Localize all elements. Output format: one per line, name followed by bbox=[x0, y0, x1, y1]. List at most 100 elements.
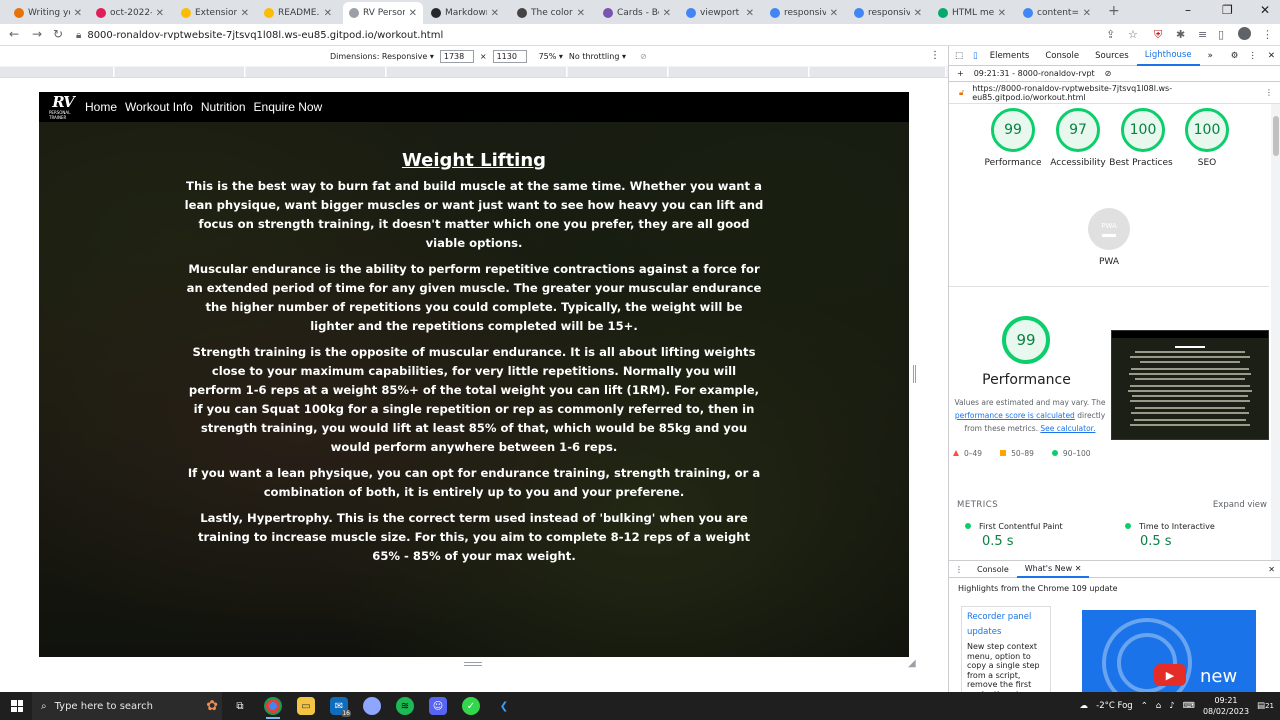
tab-lighthouse[interactable]: Lighthouse bbox=[1136, 46, 1200, 66]
new-report-icon[interactable]: + bbox=[957, 69, 964, 78]
extension-shield-icon[interactable]: ⛨ bbox=[1154, 28, 1162, 42]
play-video-icon[interactable]: ▶ bbox=[1154, 664, 1186, 686]
pwa-badge[interactable]: PWA bbox=[1088, 208, 1130, 250]
nav-link-home[interactable]: Home bbox=[85, 100, 117, 114]
tab-close-icon[interactable]: ✕ bbox=[577, 8, 585, 19]
report-selector[interactable]: 09:21:31 - 8000-ronaldov-rvpt bbox=[974, 69, 1095, 78]
tab-close-icon[interactable]: ✕ bbox=[663, 8, 671, 19]
tab-close-icon[interactable]: ✕ bbox=[156, 8, 164, 19]
weather-text[interactable]: -2°C Fog bbox=[1096, 701, 1133, 711]
site-logo[interactable]: RV PERSONAL TRAINER bbox=[49, 94, 77, 120]
extensions-puzzle-icon[interactable]: ✱ bbox=[1176, 28, 1185, 41]
score-calc-link[interactable]: performance score is calculated bbox=[955, 411, 1075, 420]
media-query-ruler[interactable] bbox=[0, 66, 948, 78]
score-gauge-best-practices[interactable]: 100 bbox=[1121, 108, 1165, 152]
close-devtools-icon[interactable]: ✕ bbox=[1262, 51, 1280, 61]
app-icon[interactable] bbox=[363, 697, 381, 715]
side-panel-icon[interactable]: ▯ bbox=[1218, 28, 1224, 41]
spotify-icon[interactable]: ≋ bbox=[396, 697, 414, 715]
nav-link-workout-info[interactable]: Workout Info bbox=[125, 100, 193, 114]
browser-tab[interactable]: Extension A ✕ bbox=[175, 2, 255, 24]
language-icon[interactable]: ⌨ bbox=[1183, 701, 1195, 711]
viewport-height-input[interactable]: 1130 bbox=[492, 50, 527, 63]
forward-icon[interactable]: → bbox=[32, 27, 42, 41]
browser-tab[interactable]: HTML meta ✕ bbox=[932, 2, 1012, 24]
right-resize-handle[interactable] bbox=[913, 365, 916, 383]
browser-tab[interactable]: Writing you ✕ bbox=[8, 2, 88, 24]
new-tab-button[interactable]: + bbox=[1108, 3, 1120, 19]
tab-elements[interactable]: Elements bbox=[982, 46, 1038, 66]
close-drawer-icon[interactable]: ✕ bbox=[1262, 565, 1280, 574]
rotate-icon[interactable]: ⊘ bbox=[640, 52, 647, 61]
drawer-tab-console[interactable]: Console bbox=[969, 561, 1017, 578]
browser-tab[interactable]: The color s ✕ bbox=[511, 2, 591, 24]
score-gauge-performance[interactable]: 99 bbox=[991, 108, 1035, 152]
nav-link-nutrition[interactable]: Nutrition bbox=[201, 100, 246, 114]
score-gauge-seo[interactable]: 100 bbox=[1185, 108, 1229, 152]
devtools-menu-icon[interactable]: ⋮ bbox=[1243, 51, 1262, 61]
tab-close-icon[interactable]: ✕ bbox=[324, 8, 332, 19]
tab-console[interactable]: Console bbox=[1037, 46, 1087, 66]
browser-tab[interactable]: viewport m ✕ bbox=[680, 2, 760, 24]
task-view-icon[interactable]: ⧉ bbox=[231, 697, 249, 715]
whats-new-video[interactable]: ▶ new bbox=[1082, 610, 1256, 692]
tab-close-icon[interactable]: ✕ bbox=[998, 8, 1006, 19]
close-window-icon[interactable]: ✕ bbox=[1260, 3, 1270, 17]
see-calculator-link[interactable]: See calculator. bbox=[1040, 424, 1095, 433]
bottom-resize-handle[interactable] bbox=[464, 662, 482, 666]
app-icon-green[interactable]: ✓ bbox=[462, 697, 480, 715]
final-screenshot-thumbnail[interactable] bbox=[1111, 330, 1269, 440]
tab-close-icon[interactable]: ✕ bbox=[241, 8, 249, 19]
maximize-icon[interactable]: ❐ bbox=[1222, 3, 1233, 17]
discord-icon[interactable]: ☺ bbox=[429, 697, 447, 715]
back-icon[interactable]: ← bbox=[9, 27, 19, 41]
reload-icon[interactable]: ↻ bbox=[53, 27, 63, 41]
browser-tab[interactable]: Cards - Boo ✕ bbox=[597, 2, 677, 24]
mail-icon[interactable]: 16 ✉ bbox=[330, 697, 351, 717]
tab-close-icon[interactable]: ✕ bbox=[74, 8, 82, 19]
tab-close-icon[interactable]: ✕ bbox=[409, 8, 417, 19]
vscode-icon[interactable]: ❮ bbox=[495, 697, 513, 715]
corner-resize-handle[interactable]: ◢ bbox=[908, 658, 916, 669]
share-icon[interactable]: ⇪ bbox=[1106, 28, 1115, 41]
network-icon[interactable]: ⌂ bbox=[1156, 701, 1161, 711]
tab-close-icon[interactable]: ✕ bbox=[491, 8, 499, 19]
browser-tab[interactable]: README.m ✕ bbox=[258, 2, 338, 24]
report-scrollbar[interactable] bbox=[1271, 104, 1280, 560]
tab-close-icon[interactable]: ✕ bbox=[1083, 8, 1091, 19]
browser-tab[interactable]: Markdown ✕ bbox=[425, 2, 505, 24]
report-menu-icon[interactable]: ⋮ bbox=[1265, 88, 1280, 97]
feature-card-title[interactable]: Recorder panel updates bbox=[967, 610, 1045, 640]
score-gauge-accessibility[interactable]: 97 bbox=[1056, 108, 1100, 152]
feature-card[interactable]: Recorder panel updates New step context … bbox=[961, 606, 1051, 692]
minimize-icon[interactable]: – bbox=[1185, 3, 1191, 17]
nav-link-enquire-now[interactable]: Enquire Now bbox=[254, 100, 323, 114]
address-bar[interactable]: 🔒︎ 8000-ronaldov-rvptwebsite-7jtsvq1l08l… bbox=[76, 26, 1016, 44]
browser-tab[interactable]: content="v ✕ bbox=[1017, 2, 1097, 24]
settings-gear-icon[interactable]: ⚙ bbox=[1226, 51, 1244, 61]
tab-sources[interactable]: Sources bbox=[1087, 46, 1137, 66]
browser-tab[interactable]: oct-2022-l ✕ bbox=[90, 2, 170, 24]
tray-overflow-icon[interactable]: ⌃ bbox=[1141, 701, 1148, 711]
drawer-menu-icon[interactable]: ⋮ bbox=[949, 565, 969, 574]
more-tabs-icon[interactable]: » bbox=[1200, 46, 1221, 66]
taskbar-clock[interactable]: 09:21 08/02/2023 bbox=[1203, 695, 1249, 717]
expand-view-button[interactable]: Expand view bbox=[1213, 500, 1267, 510]
browser-tab[interactable]: responsive ✕ bbox=[764, 2, 844, 24]
tab-close-icon[interactable]: ✕ bbox=[746, 8, 754, 19]
tab-close-icon[interactable]: ✕ bbox=[830, 8, 838, 19]
drawer-tab-whats-new[interactable]: What's New ✕ bbox=[1016, 561, 1090, 578]
reading-list-icon[interactable]: ≡ bbox=[1198, 28, 1207, 41]
browser-tab[interactable]: RV Persona ✕ bbox=[343, 2, 423, 24]
dimensions-dropdown[interactable]: Dimensions: Responsive ▾ bbox=[330, 52, 434, 61]
clear-report-icon[interactable]: ⊘ bbox=[1105, 69, 1112, 78]
throttle-dropdown[interactable]: No throttling ▾ bbox=[569, 52, 626, 61]
bookmark-star-icon[interactable]: ☆ bbox=[1128, 28, 1138, 41]
device-menu-icon[interactable]: ⋮ bbox=[930, 50, 940, 61]
viewport-width-input[interactable]: 1738 bbox=[439, 50, 474, 63]
zoom-dropdown[interactable]: 75% ▾ bbox=[539, 52, 563, 61]
chrome-taskbar-icon[interactable] bbox=[264, 697, 282, 719]
notification-center-icon[interactable]: ▤21 bbox=[1257, 701, 1274, 711]
start-windows-icon[interactable] bbox=[11, 700, 23, 712]
chrome-menu-icon[interactable]: ⋮ bbox=[1262, 28, 1273, 41]
